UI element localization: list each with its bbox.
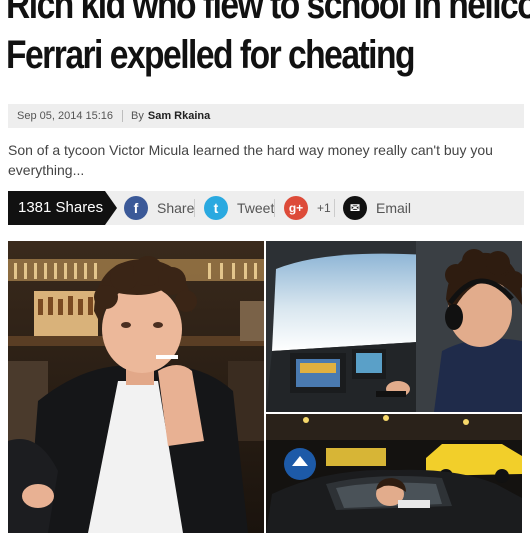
share-bar: 1381 Shares f Share t Tweet g+ +1 ✉ Emai… — [8, 191, 524, 225]
headline-line-2: Ferrari expelled for cheating — [6, 33, 416, 77]
headline: Rich kid who flew to school in helico Fe… — [6, 0, 530, 80]
twitter-icon: t — [204, 196, 228, 220]
byline-label: By — [131, 110, 144, 122]
article-summary: Son of a tycoon Victor Micula learned th… — [8, 142, 493, 178]
email-icon: ✉ — [343, 196, 367, 220]
google-plus-icon: g+ — [284, 196, 308, 220]
email-share-label: Email — [376, 200, 412, 216]
share-count-arrow — [105, 191, 117, 225]
article-meta-bar: Sep 05, 2014 15:16 By Sam Rkaina — [8, 104, 524, 128]
photo-boy-ferrari[interactable] — [266, 414, 522, 533]
share-divider — [274, 199, 275, 217]
facebook-share-button[interactable]: f Share — [124, 191, 194, 225]
facebook-share-label: Share — [157, 200, 195, 216]
facebook-icon: f — [124, 196, 148, 220]
twitter-share-label: Tweet — [237, 200, 275, 216]
share-divider — [194, 199, 195, 217]
google-plus-share-label: +1 — [317, 201, 331, 215]
share-count-badge: 1381 Shares — [8, 191, 105, 225]
photo-boy-cockpit[interactable] — [266, 241, 522, 412]
twitter-share-button[interactable]: t Tweet — [204, 191, 274, 225]
email-share-button[interactable]: ✉ Email — [343, 191, 411, 225]
publish-date: Sep 05, 2014 15:16 — [17, 110, 114, 122]
google-plus-share-button[interactable]: g+ +1 — [284, 191, 331, 225]
share-divider — [334, 199, 335, 217]
headline-line-1: Rich kid who flew to school in helico — [6, 0, 530, 27]
author-link[interactable]: Sam Rkaina — [148, 110, 210, 122]
photo-boy-smoking[interactable] — [8, 241, 264, 533]
